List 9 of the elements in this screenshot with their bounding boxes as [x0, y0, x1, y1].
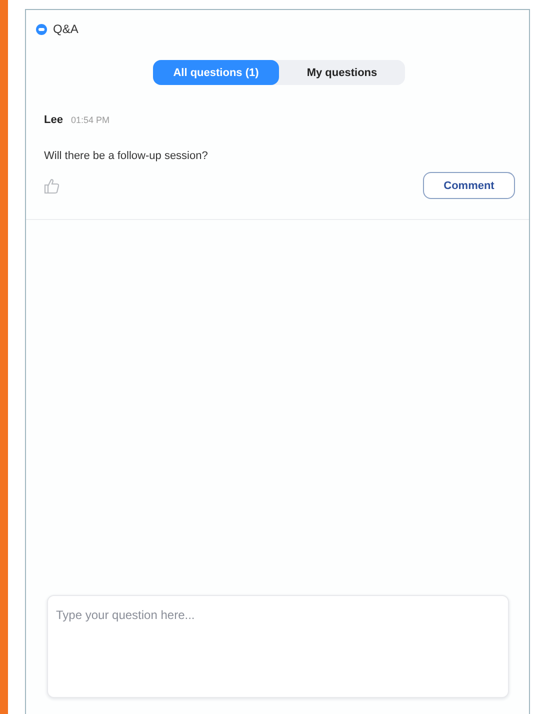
- question-field[interactable]: Type your question here...: [47, 595, 509, 698]
- thumbs-up-icon[interactable]: [44, 178, 59, 194]
- timestamp: 01:54 PM: [70, 115, 110, 125]
- question-text: Will there be a follow-up session?: [44, 150, 209, 162]
- logo-icon: [36, 24, 47, 34]
- window-title: Q&A: [53, 22, 78, 36]
- tab[interactable]: My questions: [279, 60, 405, 85]
- author-name: Lee: [44, 114, 63, 126]
- comment-button[interactable]: Comment: [423, 172, 515, 199]
